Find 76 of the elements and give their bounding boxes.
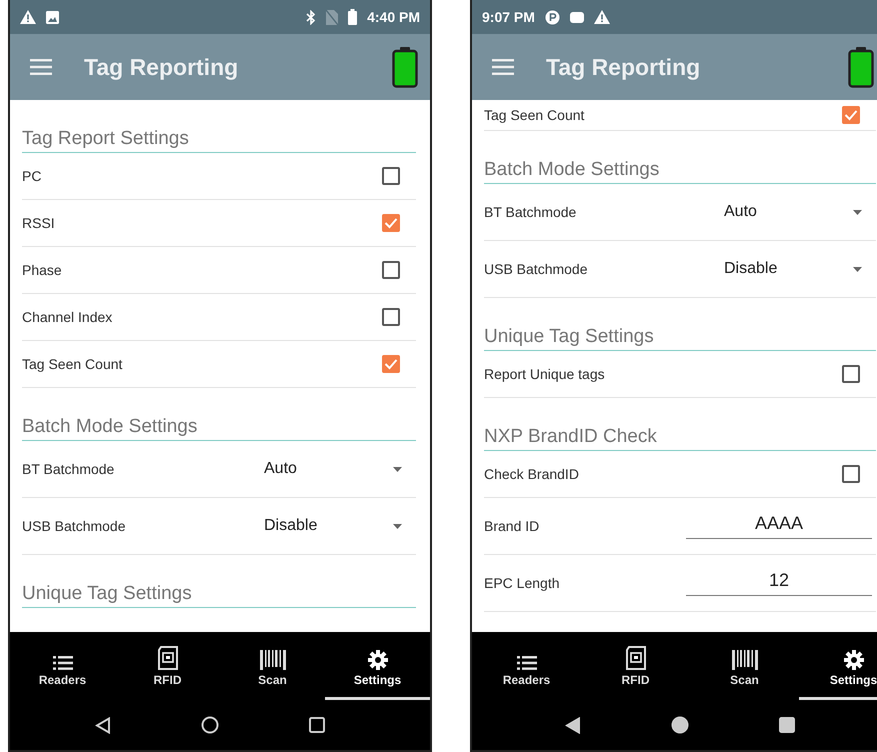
barcode-icon [260, 650, 286, 670]
nav-tab[interactable]: RFID [581, 632, 690, 700]
circle-icon [544, 10, 560, 24]
input-field[interactable]: 12 [686, 570, 872, 596]
nav-tab[interactable]: Scan [690, 632, 799, 700]
checkbox[interactable] [382, 214, 400, 232]
dropdown[interactable]: Disable [692, 260, 862, 278]
nav-tab[interactable]: RFID [115, 632, 220, 700]
caret-icon [393, 466, 402, 472]
checkmark-icon [384, 217, 398, 229]
app-title: Tag Reporting [546, 54, 700, 80]
setting-label: Channel Index [22, 309, 112, 325]
section-header: Tag Report Settings [22, 100, 416, 153]
bluetooth-icon [306, 10, 316, 24]
recents-icon[interactable] [309, 717, 325, 733]
sim-off-icon [326, 10, 338, 24]
list-icon [52, 656, 72, 670]
message-icon [570, 12, 584, 22]
barcode-icon [732, 650, 758, 670]
list-icon [516, 656, 536, 670]
back-icon[interactable] [95, 716, 111, 734]
checkbox[interactable] [842, 465, 860, 483]
menu-icon[interactable] [492, 59, 514, 75]
settings-icon [844, 650, 864, 670]
app-title: Tag Reporting [84, 54, 238, 80]
section-header: Batch Mode Settings [484, 131, 876, 184]
setting-label: Tag Seen Count [22, 356, 122, 372]
menu-icon[interactable] [30, 59, 52, 75]
checkmark-icon [384, 358, 398, 370]
battery-icon [848, 46, 874, 88]
checkbox[interactable] [842, 365, 860, 383]
setting-label: USB Batchmode [22, 518, 126, 534]
nav-tab[interactable]: Readers [472, 632, 581, 700]
back-icon[interactable] [565, 716, 581, 734]
checkbox[interactable] [382, 167, 400, 185]
nav-tab[interactable]: Scan [220, 632, 325, 700]
checkbox[interactable] [382, 355, 400, 373]
warning-icon [594, 10, 610, 24]
nav-tab[interactable]: Readers [10, 632, 115, 700]
section-header: NXP BrandID Check [484, 398, 876, 451]
battery-icon [348, 9, 358, 25]
section-header: Unique Tag Settings [484, 298, 876, 351]
dropdown[interactable]: Auto [232, 460, 402, 478]
checkmark-icon [844, 109, 858, 121]
battery-icon [392, 46, 418, 88]
home-icon[interactable] [671, 716, 689, 734]
checkbox[interactable] [382, 261, 400, 279]
setting-label: Phase [22, 262, 62, 278]
setting-label: EPC Length [484, 575, 560, 591]
home-icon[interactable] [201, 716, 219, 734]
chip-icon [156, 646, 178, 670]
status-time: 4:40 PM [367, 9, 420, 25]
setting-label: RSSI [22, 215, 55, 231]
checkbox[interactable] [842, 106, 860, 124]
setting-label: Tag Seen Count [484, 107, 584, 123]
dropdown[interactable]: Disable [232, 517, 402, 535]
image-icon [46, 10, 59, 24]
setting-label: USB Batchmode [484, 261, 588, 277]
status-time: 9:07 PM [482, 9, 535, 25]
caret-icon [853, 266, 862, 272]
dropdown[interactable]: Auto [692, 203, 862, 221]
setting-label: Check BrandID [484, 466, 579, 482]
warning-icon [20, 10, 36, 24]
setting-label: Report Unique tags [484, 366, 605, 382]
section-header: Unique Tag Settings [22, 555, 416, 608]
checkbox[interactable] [382, 308, 400, 326]
input-field[interactable]: AAAA [686, 513, 872, 539]
settings-icon [368, 650, 388, 670]
caret-icon [853, 210, 862, 214]
setting-label: PC [22, 168, 42, 184]
setting-label: BT Batchmode [22, 461, 114, 477]
setting-label: BT Batchmode [484, 204, 576, 220]
caret-icon [393, 524, 402, 528]
chip-icon [624, 646, 646, 670]
setting-label: Brand ID [484, 518, 540, 534]
section-header: Batch Mode Settings [22, 388, 416, 441]
